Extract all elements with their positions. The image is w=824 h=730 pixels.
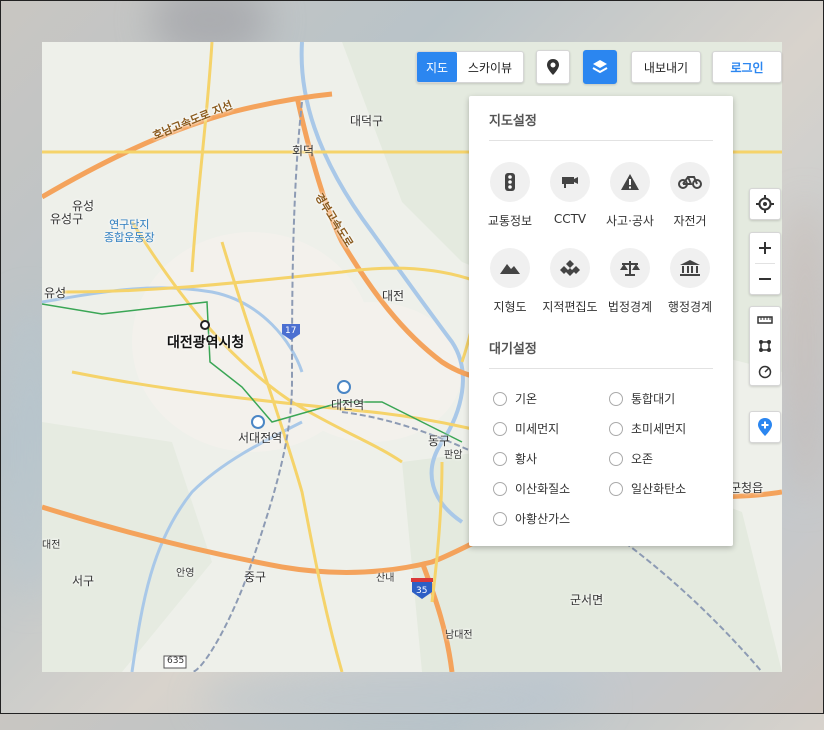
label-yuseong-ic: 유성: [44, 286, 67, 300]
radio-ultrafine-dust[interactable]: 초미세먼지: [609, 420, 686, 437]
plus-icon: [759, 242, 771, 254]
radio-integrated-air[interactable]: 통합대기: [609, 390, 675, 407]
label-hoedeok: 회덕: [292, 144, 315, 158]
label-gunseo: 군서면: [570, 593, 604, 607]
label-town-right: 군청읍: [730, 481, 764, 495]
label-daedeok: 대덕구: [350, 114, 384, 128]
divider: [489, 140, 713, 141]
radio-temperature[interactable]: 기온: [493, 390, 537, 407]
divider: [489, 368, 713, 369]
label-jung-gu: 중구: [244, 570, 267, 584]
radio-so2[interactable]: 아황산가스: [493, 510, 570, 527]
warning-icon: [621, 174, 639, 190]
radio-ozone[interactable]: 오존: [609, 450, 653, 467]
label-sannae: 산내: [376, 573, 395, 584]
layer-settings-panel: 지도설정 교통정보 CCTV 사고·공사 자전거 지형도 지적편집도 법정경계 …: [469, 96, 733, 546]
cctv-icon: [562, 177, 578, 188]
scale-icon: [620, 261, 640, 276]
add-place-control: [749, 411, 781, 443]
option-label: 자전거: [673, 214, 707, 228]
radius-icon: [758, 365, 772, 379]
option-admin-boundary[interactable]: 행정경계: [660, 248, 720, 315]
map-pin-icon: [547, 59, 559, 75]
zoom-control: [749, 232, 781, 295]
label-anyeong: 안영: [176, 568, 195, 579]
cadastral-icon: [560, 260, 580, 276]
radius-tool-button[interactable]: [750, 359, 780, 385]
add-place-button[interactable]: [750, 412, 780, 442]
crosshair-icon: [756, 195, 774, 213]
label-research-complex: 연구단지 종합운동장: [104, 218, 155, 244]
current-location-button[interactable]: [750, 189, 780, 219]
polygon-area-icon: [759, 340, 771, 352]
air-settings-title: 대기설정: [489, 342, 537, 357]
label-daejeon-left: 대전: [42, 540, 61, 551]
current-location-control: [749, 188, 781, 220]
minus-icon: [759, 278, 771, 280]
label-cityhall: 대전광역시청: [167, 335, 245, 351]
mountain-icon: [500, 264, 520, 274]
zoom-in-button[interactable]: [750, 233, 780, 263]
route-17: 17: [285, 326, 297, 336]
option-bicycle[interactable]: 자전거: [660, 162, 720, 229]
ruler-icon: [757, 316, 773, 324]
label-panam: 판암: [444, 450, 463, 461]
label-seo-gu: 서구: [72, 574, 95, 588]
layers-button[interactable]: [583, 50, 617, 84]
option-label: 행정경계: [667, 300, 713, 314]
radio-co[interactable]: 일산화탄소: [609, 480, 686, 497]
layers-icon: [592, 60, 608, 74]
area-tool-button[interactable]: [750, 333, 780, 359]
map-type-toggle: 지도 스카이뷰: [416, 51, 524, 83]
label-daejeon-station: 대전역: [331, 398, 365, 412]
route-35: 35: [416, 586, 428, 596]
bicycle-icon: [678, 176, 702, 189]
roadview-button[interactable]: [536, 50, 570, 84]
label-seodaejeon-station: 서대전역: [238, 431, 283, 445]
radio-fine-dust[interactable]: 미세먼지: [493, 420, 559, 437]
map-settings-title: 지도설정: [489, 114, 537, 129]
radio-no2[interactable]: 이산화질소: [493, 480, 570, 497]
add-marker-icon: [758, 418, 772, 436]
radio-yellow-dust[interactable]: 황사: [493, 450, 537, 467]
traffic-light-icon: [505, 173, 515, 191]
export-button[interactable]: 내보내기: [631, 51, 701, 83]
label-nam-daejeon: 남대전: [445, 630, 473, 641]
login-button[interactable]: 로그인: [712, 51, 782, 83]
distance-tool-button[interactable]: [750, 307, 780, 333]
label-daejeon-ic: 대전: [382, 289, 405, 303]
measure-tools: [749, 306, 781, 386]
map-view-button[interactable]: 지도: [417, 52, 457, 82]
government-building-icon: [680, 260, 700, 276]
route-635: 635: [167, 656, 185, 666]
skyview-button[interactable]: 스카이뷰: [457, 52, 523, 82]
label-yuseong: 유성: [72, 199, 95, 213]
zoom-out-button[interactable]: [750, 264, 780, 294]
